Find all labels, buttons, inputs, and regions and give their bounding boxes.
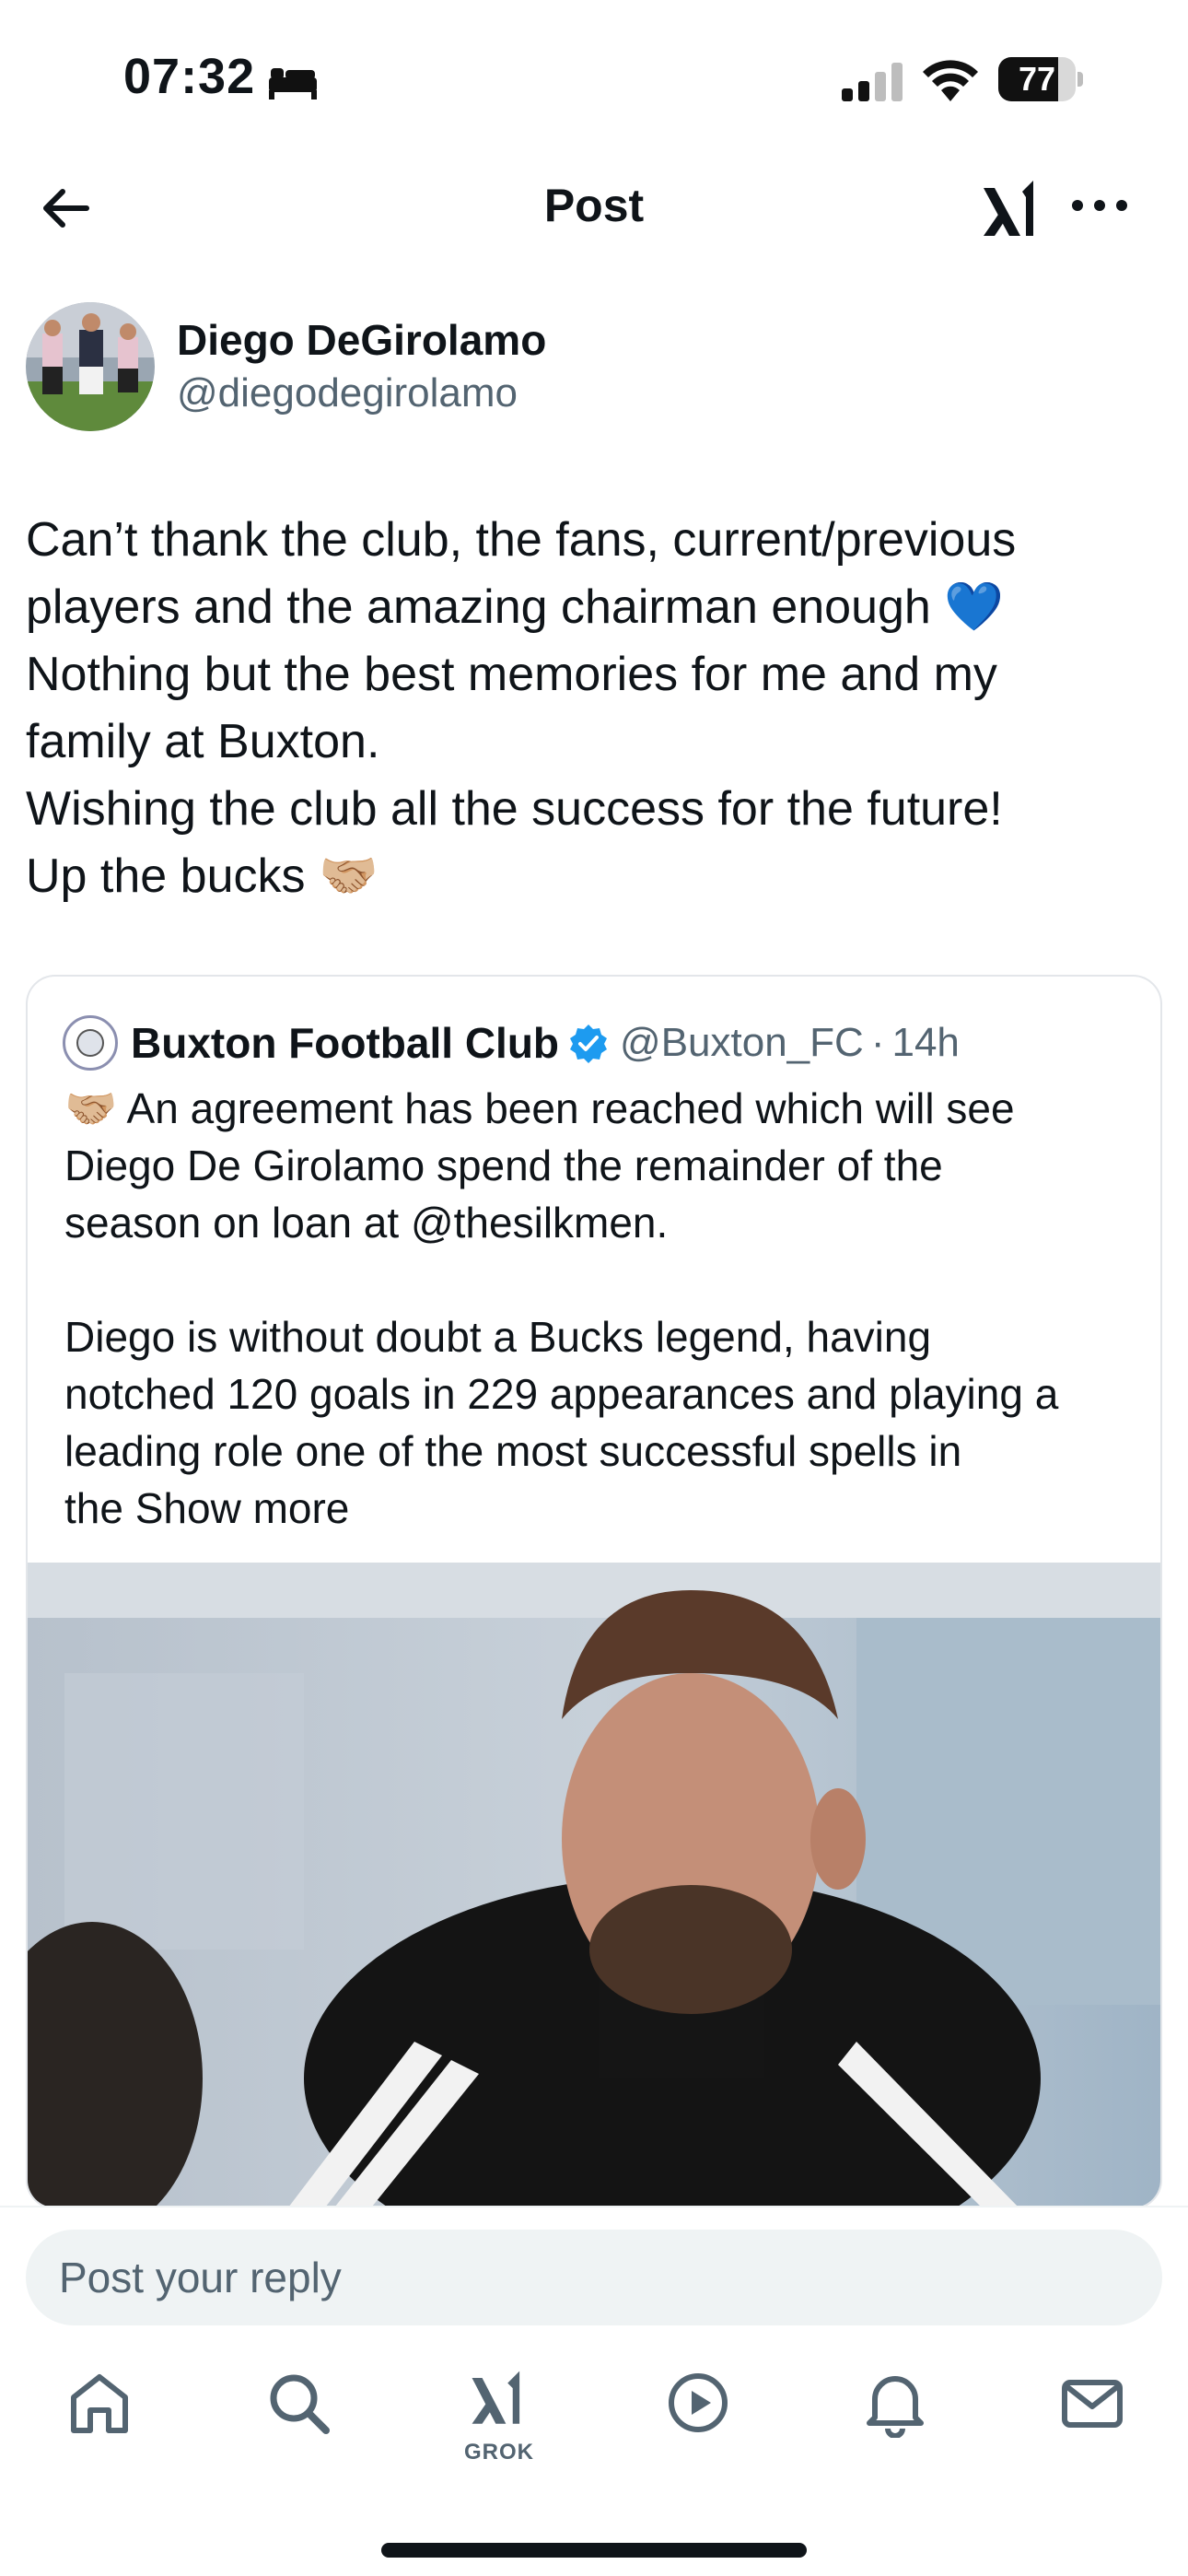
quote-text-line: season on loan at @thesilkmen. (64, 1199, 669, 1247)
verified-icon (570, 1025, 608, 1063)
wifi-icon (923, 60, 978, 101)
club-logo (63, 1015, 118, 1071)
battery-level: 77 (1018, 60, 1056, 98)
status-bar: 07:32 77 (0, 0, 1188, 157)
post-text-line: players and the amazing chairman enough … (26, 580, 1005, 634)
quote-text-prefix: the (64, 1484, 123, 1532)
quote-text-line: Diego De Girolamo spend the remainder of… (64, 1142, 943, 1189)
quoted-author-handle: @Buxton_FC (620, 1020, 864, 1065)
author-name[interactable]: Diego DeGirolamo (177, 315, 546, 365)
messages-icon (1062, 2380, 1123, 2428)
tab-home[interactable] (53, 2368, 146, 2460)
quoted-post-time: 14h (891, 1020, 960, 1065)
battery-indicator: 77 (998, 57, 1083, 101)
signal-icon (842, 63, 903, 101)
author-handle[interactable]: @diegodegirolamo (177, 370, 518, 416)
post-text-line: Up the bucks 🤝🏼 (26, 849, 379, 903)
tab-video[interactable] (652, 2368, 744, 2460)
quote-text-last-line: the Show more (64, 1480, 1142, 1537)
notifications-icon (867, 2376, 924, 2438)
post-text: Can’t thank the club, the fans, current/… (26, 507, 1159, 910)
show-more-link[interactable]: Show more (135, 1484, 350, 1532)
post-text-line: Can’t thank the club, the fans, current/… (26, 513, 1017, 567)
quoted-post-header: Buxton Football Club @Buxton_FC · 14h (63, 1015, 960, 1071)
more-icon[interactable] (1068, 192, 1131, 219)
reply-bar (0, 2206, 1188, 2325)
grok-icon (472, 2371, 520, 2424)
quoted-post-photo[interactable] (28, 1563, 1160, 2207)
quote-text-line: leading role one of the most successful … (64, 1427, 962, 1475)
bed-icon (269, 68, 317, 100)
top-header: Post (0, 157, 1188, 267)
bottom-tab-bar: GROK (0, 2340, 1188, 2506)
home-indicator (381, 2543, 807, 2558)
tab-messages[interactable] (1046, 2368, 1138, 2460)
quote-text-line (64, 1251, 1142, 1308)
quoted-post-text: 🤝🏼 An agreement has been reached which w… (64, 1080, 1142, 1537)
tab-search[interactable] (252, 2368, 344, 2460)
separator-dot: · (870, 1020, 885, 1065)
xai-logo-icon[interactable] (980, 175, 1046, 241)
quote-text-line: Diego is without doubt a Bucks legend, h… (64, 1313, 932, 1361)
tab-grok[interactable]: GROK (453, 2368, 545, 2465)
post-text-line: Wishing the club all the success for the… (26, 782, 1003, 836)
post-text-line: family at Buxton. (26, 715, 380, 768)
search-icon (270, 2374, 330, 2434)
reply-input[interactable] (26, 2230, 1162, 2325)
quoted-author-name: Buxton Football Club (131, 1019, 560, 1067)
status-time: 07:32 (123, 49, 256, 104)
tab-notifications[interactable] (849, 2368, 941, 2460)
post-text-line: Nothing but the best memories for me and… (26, 648, 997, 701)
quote-text-line: notched 120 goals in 229 appearances and… (64, 1370, 1059, 1418)
quoted-post-card[interactable]: Buxton Football Club @Buxton_FC · 14h 🤝🏼… (26, 975, 1162, 2209)
quote-text-line: 🤝🏼 An agreement has been reached which w… (64, 1084, 1015, 1132)
home-icon (71, 2374, 128, 2433)
author-avatar[interactable] (26, 302, 155, 431)
grok-label: GROK (464, 2440, 534, 2465)
video-icon (669, 2373, 728, 2432)
